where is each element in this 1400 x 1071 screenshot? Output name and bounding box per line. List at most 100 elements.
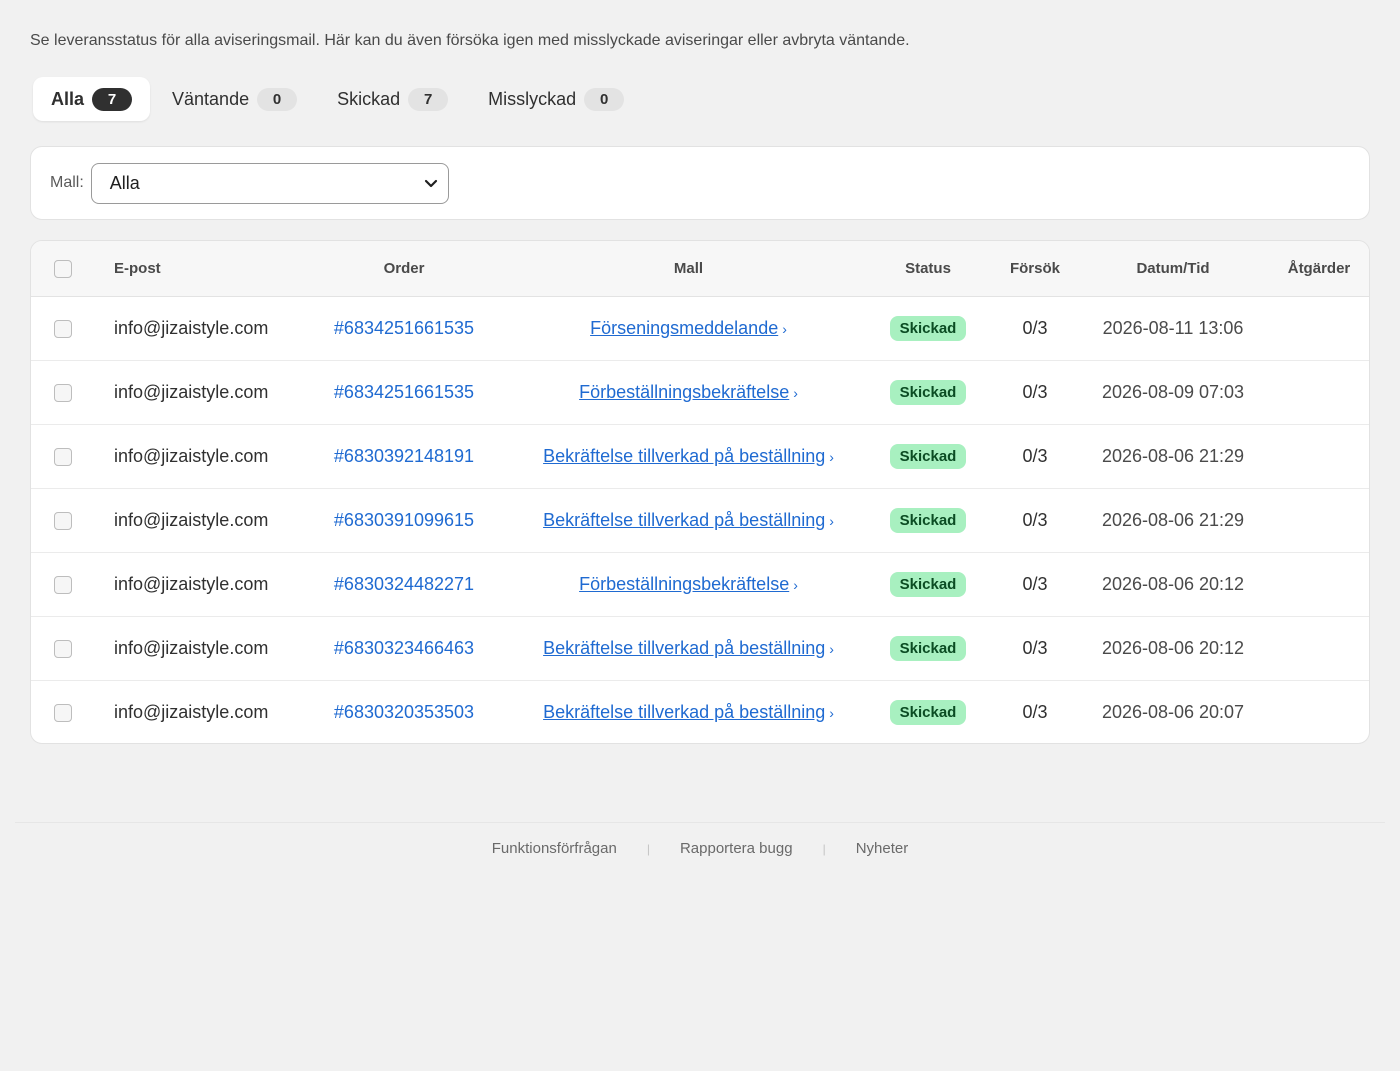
row-email: info@jizaistyle.com — [114, 510, 269, 530]
status-badge: Skickad — [889, 444, 967, 469]
row-datetime: 2026-08-06 20:12 — [1101, 574, 1245, 594]
chevron-right-icon: › — [829, 512, 834, 529]
row-actions — [1271, 681, 1367, 743]
status-badge: Skickad — [889, 572, 967, 597]
table-row: info@jizaistyle.com #6834251661535 Förbe… — [31, 361, 1369, 425]
template-filter-label: Mall: — [50, 174, 84, 191]
table-row: info@jizaistyle.com #6830323466463 Bekrä… — [31, 617, 1369, 681]
row-email: info@jizaistyle.com — [114, 318, 269, 338]
header-status[interactable]: Status — [888, 241, 968, 296]
status-tabs: Alla 7 Väntande 0 Skickad 7 Misslyckad 0 — [33, 77, 642, 121]
template-link[interactable]: Bekräftelse tillverkad på beställning — [543, 702, 825, 723]
header-actions: Åtgärder — [1287, 260, 1351, 277]
row-checkbox[interactable] — [54, 639, 72, 658]
row-email: info@jizaistyle.com — [114, 382, 269, 402]
row-actions — [1271, 489, 1367, 552]
chevron-down-icon — [424, 179, 437, 188]
chevron-right-icon: › — [829, 704, 834, 721]
tab-alla[interactable]: Alla 7 — [33, 77, 151, 121]
table-row: info@jizaistyle.com #6834251661535 Förse… — [31, 297, 1369, 361]
tab-label: Misslyckad — [488, 88, 577, 109]
footer-divider — [15, 822, 1385, 823]
template-link[interactable]: Bekräftelse tillverkad på beställning — [543, 638, 825, 659]
notifications-table: E-post Order Mall Status Försök Datum/Ti… — [30, 240, 1370, 744]
footer-link-feature-request[interactable]: Funktionsförfrågan — [492, 840, 617, 857]
chevron-right-icon: › — [782, 320, 787, 337]
tab-label: Skickad — [337, 88, 401, 109]
row-checkbox[interactable] — [54, 319, 72, 338]
row-actions — [1271, 425, 1367, 488]
tab-skickad[interactable]: Skickad 7 — [319, 77, 466, 121]
row-datetime: 2026-08-06 20:07 — [1101, 702, 1245, 722]
chevron-right-icon: › — [829, 640, 834, 657]
row-actions — [1271, 361, 1367, 424]
status-badge: Skickad — [889, 380, 967, 405]
footer: Funktionsförfrågan | Rapportera bugg | N… — [0, 840, 1400, 857]
table-row: info@jizaistyle.com #6830392148191 Bekrä… — [31, 425, 1369, 489]
row-datetime: 2026-08-06 21:29 — [1101, 510, 1245, 530]
header-email[interactable]: E-post — [114, 241, 161, 296]
tab-vantande[interactable]: Väntande 0 — [154, 77, 315, 121]
order-link[interactable]: #6830320353503 — [334, 702, 474, 723]
order-link[interactable]: #6834251661535 — [334, 382, 474, 403]
row-checkbox[interactable] — [54, 447, 72, 466]
row-tries: 0/3 — [1022, 574, 1048, 594]
footer-link-news[interactable]: Nyheter — [856, 840, 909, 857]
order-link[interactable]: #6830391099615 — [334, 510, 474, 531]
template-link[interactable]: Bekräftelse tillverkad på beställning — [543, 510, 825, 531]
row-checkbox[interactable] — [54, 511, 72, 530]
template-link[interactable]: Förbeställningsbekräftelse — [579, 574, 789, 595]
table-row: info@jizaistyle.com #6830391099615 Bekrä… — [31, 489, 1369, 553]
select-all-checkbox[interactable] — [54, 259, 72, 278]
row-email: info@jizaistyle.com — [114, 446, 269, 466]
row-email: info@jizaistyle.com — [114, 574, 269, 594]
header-order[interactable]: Order — [301, 241, 507, 296]
row-tries: 0/3 — [1022, 318, 1048, 338]
status-badge: Skickad — [889, 508, 967, 533]
row-datetime: 2026-08-11 13:06 — [1102, 318, 1244, 338]
row-datetime: 2026-08-06 20:12 — [1101, 638, 1245, 658]
row-checkbox[interactable] — [54, 575, 72, 594]
footer-link-report-bug[interactable]: Rapportera bugg — [680, 840, 793, 857]
page-description: Se leveransstatus för alla aviseringsmai… — [30, 32, 910, 49]
row-tries: 0/3 — [1022, 510, 1048, 530]
footer-separator: | — [646, 841, 650, 856]
chevron-right-icon: › — [793, 384, 798, 401]
tab-label: Väntande — [172, 88, 250, 109]
template-link[interactable]: Förbeställningsbekräftelse — [579, 382, 789, 403]
order-link[interactable]: #6834251661535 — [334, 318, 474, 339]
status-badge: Skickad — [889, 636, 967, 661]
tab-count-badge: 7 — [408, 87, 449, 111]
template-filter-value: Alla — [109, 172, 140, 193]
row-tries: 0/3 — [1022, 638, 1048, 658]
row-email: info@jizaistyle.com — [114, 638, 269, 658]
tab-misslyckad[interactable]: Misslyckad 0 — [470, 77, 642, 121]
row-actions — [1271, 553, 1367, 616]
header-tries[interactable]: Försök — [995, 241, 1075, 296]
chevron-right-icon: › — [793, 576, 798, 593]
row-actions — [1271, 297, 1367, 360]
row-tries: 0/3 — [1022, 382, 1048, 402]
order-link[interactable]: #6830392148191 — [334, 446, 474, 467]
template-link[interactable]: Förseningsmeddelande — [590, 318, 778, 339]
status-badge: Skickad — [889, 700, 967, 725]
row-tries: 0/3 — [1022, 446, 1048, 466]
row-datetime: 2026-08-06 21:29 — [1101, 446, 1245, 466]
row-tries: 0/3 — [1022, 702, 1048, 722]
order-link[interactable]: #6830324482271 — [334, 574, 474, 595]
table-header: E-post Order Mall Status Försök Datum/Ti… — [31, 241, 1369, 297]
row-datetime: 2026-08-09 07:03 — [1101, 382, 1245, 402]
row-actions — [1271, 617, 1367, 680]
filter-card: Mall: Alla — [30, 146, 1370, 220]
row-checkbox[interactable] — [54, 383, 72, 402]
header-template[interactable]: Mall — [511, 241, 866, 296]
template-filter-select[interactable]: Alla — [90, 162, 449, 204]
tab-count-badge: 0 — [584, 87, 625, 111]
row-checkbox[interactable] — [54, 703, 72, 722]
row-email: info@jizaistyle.com — [114, 702, 269, 722]
template-link[interactable]: Bekräftelse tillverkad på beställning — [543, 446, 825, 467]
tab-count-badge: 7 — [92, 87, 133, 111]
chevron-right-icon: › — [829, 448, 834, 465]
header-datetime[interactable]: Datum/Tid — [1093, 241, 1253, 296]
order-link[interactable]: #6830323466463 — [334, 638, 474, 659]
